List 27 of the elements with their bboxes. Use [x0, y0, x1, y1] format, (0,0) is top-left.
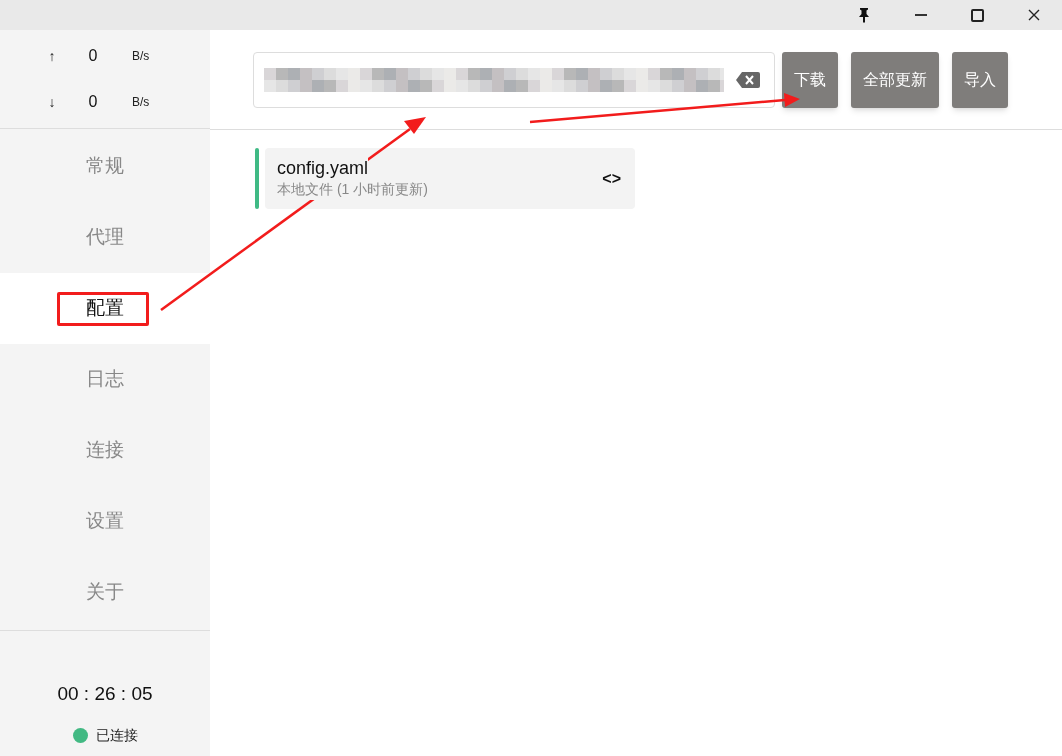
close-icon[interactable]	[1028, 9, 1040, 21]
nav-item[interactable]: 连接	[0, 415, 210, 486]
toolbar-button[interactable]: 导入	[952, 51, 1008, 108]
uptime: 00 : 26 : 05	[57, 682, 153, 706]
nav-item[interactable]: 常规	[0, 131, 210, 202]
edit-toggle[interactable]: <>	[602, 166, 621, 191]
nav-item[interactable]: 日志	[0, 344, 210, 415]
toolbar-button[interactable]: 全部更新	[851, 51, 939, 108]
speed-value: 0	[87, 92, 99, 112]
speed-unit: B/s	[132, 48, 150, 65]
status-label: 已连接	[95, 725, 138, 745]
url-field[interactable]	[253, 51, 775, 108]
pin-icon[interactable]	[857, 7, 871, 23]
nav-item[interactable]: 关于	[0, 557, 210, 628]
toolbar-button[interactable]: 下载	[782, 51, 838, 108]
profile-name: config.yaml	[277, 157, 369, 179]
nav-item[interactable]: 配置	[0, 273, 210, 344]
speed-arrow: ↓	[47, 92, 57, 112]
maximize-icon[interactable]	[971, 8, 984, 22]
profile-card[interactable]: config.yaml 本地文件 (1 小时前更新) <>	[265, 148, 635, 209]
nav-item[interactable]: 设置	[0, 486, 210, 557]
speed-unit: B/s	[132, 94, 150, 111]
clear-icon[interactable]	[736, 71, 760, 88]
speed-value: 0	[87, 46, 99, 66]
profile-detail: 本地文件 (1 小时前更新)	[277, 179, 428, 200]
speed-arrow: ↑	[47, 46, 57, 66]
nav-item[interactable]: 代理	[0, 202, 210, 273]
